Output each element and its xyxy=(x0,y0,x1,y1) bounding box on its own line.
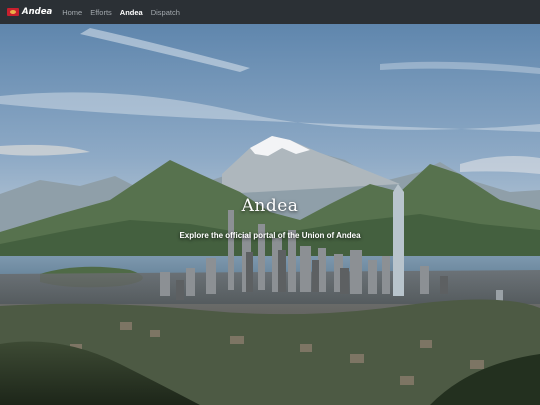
hero-title: Andea xyxy=(241,196,299,216)
nav-link-dispatch[interactable]: Dispatch xyxy=(151,8,180,17)
nav-link-home[interactable]: Home xyxy=(62,8,82,17)
flag-icon xyxy=(7,8,19,16)
hero-section: Andea Explore the official portal of the… xyxy=(0,24,540,405)
hero-subtitle: Explore the official portal of the Union… xyxy=(179,231,361,240)
nav-link-efforts[interactable]: Efforts xyxy=(90,8,112,17)
brand-name: Andea xyxy=(22,7,53,17)
nav-link-andea[interactable]: Andea xyxy=(120,8,143,17)
brand-link[interactable]: Andea xyxy=(7,7,52,17)
navbar: Andea Home Efforts Andea Dispatch xyxy=(0,0,540,24)
